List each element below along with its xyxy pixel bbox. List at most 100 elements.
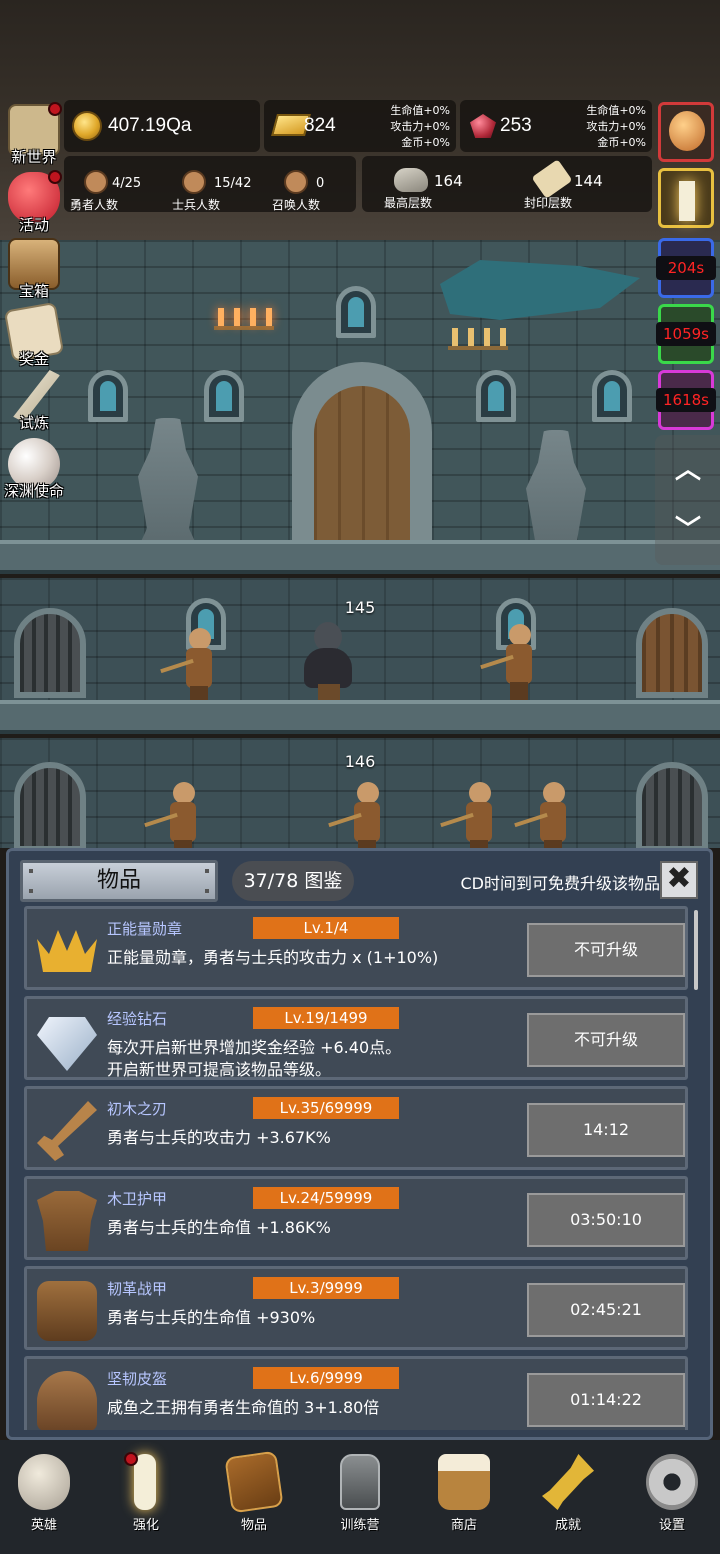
item-level: Lv.6/9999 [253,1367,399,1389]
nav-shop[interactable]: 商店 [428,1446,500,1546]
menu-label: 试炼 [18,414,49,432]
leather-armor-icon [37,1281,97,1341]
bonus-coin: 金币+0% [401,136,450,149]
nav-label: 训练营 [340,1518,380,1533]
hero-face-icon [84,170,108,194]
tab-items[interactable]: 物品 [20,860,218,902]
menu-label: 深渊使命 [3,482,64,500]
item-name: 坚韧皮盔 [107,1370,168,1388]
scroll-up-button[interactable]: ︿ [675,449,701,486]
nav-enhance[interactable]: 强化 [110,1446,182,1546]
close-button[interactable]: ✖ [660,861,698,899]
lantern-icon [340,1454,380,1510]
nav-achievements[interactable]: 成就 [532,1446,604,1546]
floor-stats-panel: 164 最高层数 144 封印层数 [362,156,652,212]
floor-number: 145 [344,598,376,617]
upgrade-button[interactable]: 14:12 [527,1103,685,1157]
chandelier [448,310,508,350]
ruby-bonus: 生命值+0% 攻击力+0% 金币+0% [586,103,646,151]
scroll-down-button[interactable]: ﹀ [675,509,701,546]
buff-slot-candle[interactable] [658,168,714,228]
iron-gate [14,608,86,698]
upgrade-button[interactable]: 01:14:22 [527,1373,685,1427]
diamond-icon [37,1017,97,1071]
floor-number: 146 [344,752,376,771]
leather-helmet-icon [37,1371,97,1430]
list-scrollbar[interactable] [694,910,698,990]
castle-window [336,286,376,338]
menu-trial[interactable]: 试炼 [2,366,66,432]
hero-sprite [480,624,536,702]
menu-new-world[interactable]: 新世界 [2,100,66,166]
item-description: 正能量勋章，勇者与士兵的攻击力 x (1+10%) [107,948,439,967]
candle-icon [134,1454,156,1510]
menu-label: 新世界 [11,148,57,166]
stone-floor [0,540,720,574]
castle-window [88,370,128,422]
menu-abyss-mission[interactable]: 深渊使命 [2,434,66,500]
menu-chest[interactable]: 宝箱 [2,234,66,300]
summon-count-label: 召唤人数 [272,198,321,212]
upgrade-button[interactable]: 不可升级 [527,1013,685,1067]
sealed-floor-label: 封印层数 [524,196,573,210]
nav-label: 商店 [450,1518,477,1533]
list-item: 经验钻石 Lv.19/1499 每次开启新世界增加奖金经验 +6.40点。 开启… [24,996,688,1080]
unit-stats-panel: 4/25 勇者人数 15/42 士兵人数 0 召唤人数 [64,156,356,212]
gold-coin-icon [72,111,102,141]
book-icon [224,1450,284,1514]
item-description: 勇者与士兵的攻击力 +3.67K% [107,1128,331,1147]
upgrade-button[interactable]: 03:50:10 [527,1193,685,1247]
wooden-armor-icon [37,1191,97,1251]
list-item: 坚韧皮盔 Lv.6/9999 咸鱼之王拥有勇者生命值的 3+1.80倍 01:1… [24,1356,688,1430]
max-floor: 164 [434,172,463,190]
gold-bar-amount: 824 [304,115,336,136]
soldier-count-label: 士兵人数 [172,198,221,212]
summon-face-icon [284,170,308,194]
buff-timer: 1059s [656,322,716,346]
nav-label: 成就 [554,1518,581,1533]
hero-count-label: 勇者人数 [70,198,119,212]
summon-count: 0 [316,176,325,191]
orb-icon [669,111,705,151]
item-description: 勇者与士兵的生命值 +1.86K% [107,1218,331,1237]
bonus-hp: 生命值+0% [586,104,646,117]
bonus-hp: 生命值+0% [390,104,450,117]
nav-settings[interactable]: 设置 [636,1446,708,1546]
ruby-icon [470,114,496,138]
item-name: 经验钻石 [107,1010,168,1028]
item-name: 初木之刃 [107,1100,168,1118]
list-item: 木卫护甲 Lv.24/59999 勇者与士兵的生命值 +1.86K% 03:50… [24,1176,688,1260]
upgrade-button[interactable]: 不可升级 [527,923,685,977]
upgrade-button[interactable]: 02:45:21 [527,1283,685,1337]
menu-label: 活动 [18,216,49,234]
nav-heroes[interactable]: 英雄 [8,1446,80,1546]
buff-timer: 204s [656,256,716,280]
gold-bar-bonus: 生命值+0% 攻击力+0% 金币+0% [390,103,450,151]
knight-statue [138,418,198,548]
item-description: 每次开启新世界增加奖金经验 +6.40点。 开启新世界可提高该物品等级。 [107,1038,402,1079]
ruby-counter: 253 生命值+0% 攻击力+0% 金币+0% [460,100,652,152]
castle-hall [0,240,720,560]
codex-button[interactable]: 37/78 图鉴 [232,861,354,901]
wooden-gate [636,608,708,698]
stone-floor [0,700,720,734]
item-list[interactable]: 正能量勋章 Lv.1/4 正能量勋章，勇者与士兵的攻击力 x (1+10%) 不… [20,906,698,1430]
list-item: 正能量勋章 Lv.1/4 正能量勋章，勇者与士兵的攻击力 x (1+10%) 不… [24,906,688,990]
nav-training-camp[interactable]: 训练营 [324,1446,396,1546]
crown-icon [37,930,97,972]
soldier-count: 15/42 [214,176,252,191]
iron-gate [636,762,708,852]
notification-badge [124,1452,138,1466]
buff-slot-orb[interactable] [658,102,714,162]
soldier-sprite [160,628,216,706]
menu-activity[interactable]: 活动 [2,168,66,234]
bonus-coin: 金币+0% [597,136,646,149]
list-item: 韧革战甲 Lv.3/9999 勇者与士兵的生命值 +930% 02:45:21 [24,1266,688,1350]
nav-items[interactable]: 物品 [218,1446,290,1546]
nav-label: 物品 [240,1518,267,1533]
menu-label: 宝箱 [18,282,49,300]
castle-door [292,362,432,552]
menu-bonus[interactable]: 奖金 [2,301,66,368]
key-icon [542,1454,594,1510]
item-level: Lv.1/4 [253,917,399,939]
